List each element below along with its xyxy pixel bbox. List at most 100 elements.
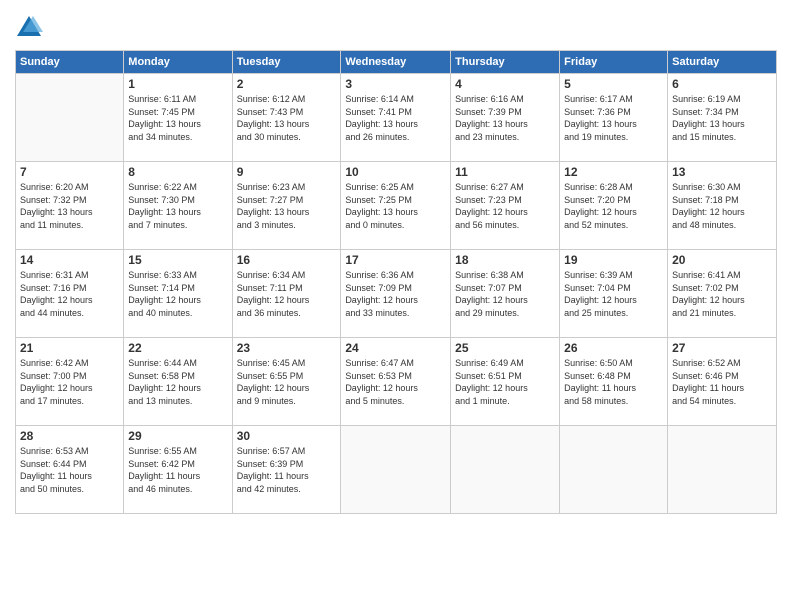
table-row: 4 Sunrise: 6:16 AM Sunset: 7:39 PM Daylig…: [451, 74, 560, 162]
logo-icon: [15, 14, 43, 42]
day-number: 15: [128, 253, 227, 267]
day-number: 8: [128, 165, 227, 179]
day-info: Sunrise: 6:22 AM Sunset: 7:30 PM Dayligh…: [128, 181, 227, 231]
table-row: 15 Sunrise: 6:33 AM Sunset: 7:14 PM Dayli…: [124, 250, 232, 338]
day-number: 13: [672, 165, 772, 179]
table-row: 14 Sunrise: 6:31 AM Sunset: 7:16 PM Dayli…: [16, 250, 124, 338]
day-number: 2: [237, 77, 337, 91]
day-info: Sunrise: 6:52 AM Sunset: 6:46 PM Dayligh…: [672, 357, 772, 407]
table-row: [341, 426, 451, 514]
day-number: 29: [128, 429, 227, 443]
day-info: Sunrise: 6:49 AM Sunset: 6:51 PM Dayligh…: [455, 357, 555, 407]
day-number: 1: [128, 77, 227, 91]
day-number: 6: [672, 77, 772, 91]
day-number: 14: [20, 253, 119, 267]
calendar-week-row: 1 Sunrise: 6:11 AM Sunset: 7:45 PM Daylig…: [16, 74, 777, 162]
calendar-header-row: Sunday Monday Tuesday Wednesday Thursday…: [16, 51, 777, 74]
day-number: 16: [237, 253, 337, 267]
table-row: 12Sunrise: 6:28 AM Sunset: 7:20 PM Dayli…: [560, 162, 668, 250]
table-row: [451, 426, 560, 514]
day-info: Sunrise: 6:33 AM Sunset: 7:14 PM Dayligh…: [128, 269, 227, 319]
table-row: 30 Sunrise: 6:57 AM Sunset: 6:39 PM Dayli…: [232, 426, 341, 514]
day-number: 21: [20, 341, 119, 355]
day-info: Sunrise: 6:47 AM Sunset: 6:53 PM Dayligh…: [345, 357, 446, 407]
day-info: Sunrise: 6:45 AM Sunset: 6:55 PM Dayligh…: [237, 357, 337, 407]
calendar-table: Sunday Monday Tuesday Wednesday Thursday…: [15, 50, 777, 514]
table-row: 28Sunrise: 6:53 AM Sunset: 6:44 PM Dayli…: [16, 426, 124, 514]
calendar-week-row: 14 Sunrise: 6:31 AM Sunset: 7:16 PM Dayli…: [16, 250, 777, 338]
day-number: 20: [672, 253, 772, 267]
table-row: [668, 426, 777, 514]
table-row: [16, 74, 124, 162]
day-info: Sunrise: 6:57 AM Sunset: 6:39 PM Dayligh…: [237, 445, 337, 495]
day-number: 5: [564, 77, 663, 91]
table-row: 2Sunrise: 6:12 AM Sunset: 7:43 PM Daylig…: [232, 74, 341, 162]
day-number: 23: [237, 341, 337, 355]
day-info: Sunrise: 6:50 AM Sunset: 6:48 PM Dayligh…: [564, 357, 663, 407]
table-row: 11Sunrise: 6:27 AM Sunset: 7:23 PM Dayli…: [451, 162, 560, 250]
day-number: 19: [564, 253, 663, 267]
day-info: Sunrise: 6:20 AM Sunset: 7:32 PM Dayligh…: [20, 181, 119, 231]
day-number: 7: [20, 165, 119, 179]
col-monday: Monday: [124, 51, 232, 74]
table-row: 26 Sunrise: 6:50 AM Sunset: 6:48 PM Dayli…: [560, 338, 668, 426]
day-info: Sunrise: 6:41 AM Sunset: 7:02 PM Dayligh…: [672, 269, 772, 319]
day-number: 22: [128, 341, 227, 355]
table-row: 1 Sunrise: 6:11 AM Sunset: 7:45 PM Daylig…: [124, 74, 232, 162]
calendar-week-row: 7 Sunrise: 6:20 AM Sunset: 7:32 PM Daylig…: [16, 162, 777, 250]
table-row: 10 Sunrise: 6:25 AM Sunset: 7:25 PM Dayli…: [341, 162, 451, 250]
day-number: 10: [345, 165, 446, 179]
day-info: Sunrise: 6:23 AM Sunset: 7:27 PM Dayligh…: [237, 181, 337, 231]
day-number: 28: [20, 429, 119, 443]
col-wednesday: Wednesday: [341, 51, 451, 74]
table-row: 27 Sunrise: 6:52 AM Sunset: 6:46 PM Dayli…: [668, 338, 777, 426]
table-row: 3 Sunrise: 6:14 AM Sunset: 7:41 PM Daylig…: [341, 74, 451, 162]
table-row: 29 Sunrise: 6:55 AM Sunset: 6:42 PM Dayli…: [124, 426, 232, 514]
table-row: 19 Sunrise: 6:39 AM Sunset: 7:04 PM Dayli…: [560, 250, 668, 338]
day-number: 30: [237, 429, 337, 443]
table-row: 13 Sunrise: 6:30 AM Sunset: 7:18 PM Dayli…: [668, 162, 777, 250]
day-info: Sunrise: 6:44 AM Sunset: 6:58 PM Dayligh…: [128, 357, 227, 407]
day-number: 17: [345, 253, 446, 267]
logo: [15, 14, 47, 42]
day-info: Sunrise: 6:55 AM Sunset: 6:42 PM Dayligh…: [128, 445, 227, 495]
page-header: [15, 10, 777, 42]
day-number: 3: [345, 77, 446, 91]
table-row: 9 Sunrise: 6:23 AM Sunset: 7:27 PM Daylig…: [232, 162, 341, 250]
calendar-week-row: 28Sunrise: 6:53 AM Sunset: 6:44 PM Dayli…: [16, 426, 777, 514]
day-info: Sunrise: 6:30 AM Sunset: 7:18 PM Dayligh…: [672, 181, 772, 231]
day-info: Sunrise: 6:42 AM Sunset: 7:00 PM Dayligh…: [20, 357, 119, 407]
day-number: 4: [455, 77, 555, 91]
day-number: 27: [672, 341, 772, 355]
day-info: Sunrise: 6:16 AM Sunset: 7:39 PM Dayligh…: [455, 93, 555, 143]
col-tuesday: Tuesday: [232, 51, 341, 74]
table-row: 6Sunrise: 6:19 AM Sunset: 7:34 PM Daylig…: [668, 74, 777, 162]
table-row: 16 Sunrise: 6:34 AM Sunset: 7:11 PM Dayli…: [232, 250, 341, 338]
day-number: 9: [237, 165, 337, 179]
day-info: Sunrise: 6:31 AM Sunset: 7:16 PM Dayligh…: [20, 269, 119, 319]
day-info: Sunrise: 6:38 AM Sunset: 7:07 PM Dayligh…: [455, 269, 555, 319]
day-info: Sunrise: 6:39 AM Sunset: 7:04 PM Dayligh…: [564, 269, 663, 319]
day-info: Sunrise: 6:14 AM Sunset: 7:41 PM Dayligh…: [345, 93, 446, 143]
day-number: 18: [455, 253, 555, 267]
day-info: Sunrise: 6:11 AM Sunset: 7:45 PM Dayligh…: [128, 93, 227, 143]
table-row: 5Sunrise: 6:17 AM Sunset: 7:36 PM Daylig…: [560, 74, 668, 162]
calendar-week-row: 21 Sunrise: 6:42 AM Sunset: 7:00 PM Dayli…: [16, 338, 777, 426]
col-sunday: Sunday: [16, 51, 124, 74]
table-row: 24 Sunrise: 6:47 AM Sunset: 6:53 PM Dayli…: [341, 338, 451, 426]
col-friday: Friday: [560, 51, 668, 74]
table-row: 7 Sunrise: 6:20 AM Sunset: 7:32 PM Daylig…: [16, 162, 124, 250]
table-row: 23 Sunrise: 6:45 AM Sunset: 6:55 PM Dayli…: [232, 338, 341, 426]
day-number: 26: [564, 341, 663, 355]
table-row: [560, 426, 668, 514]
day-number: 25: [455, 341, 555, 355]
day-number: 24: [345, 341, 446, 355]
day-info: Sunrise: 6:34 AM Sunset: 7:11 PM Dayligh…: [237, 269, 337, 319]
table-row: 25 Sunrise: 6:49 AM Sunset: 6:51 PM Dayli…: [451, 338, 560, 426]
day-info: Sunrise: 6:25 AM Sunset: 7:25 PM Dayligh…: [345, 181, 446, 231]
table-row: 18 Sunrise: 6:38 AM Sunset: 7:07 PM Dayli…: [451, 250, 560, 338]
table-row: 20 Sunrise: 6:41 AM Sunset: 7:02 PM Dayli…: [668, 250, 777, 338]
col-saturday: Saturday: [668, 51, 777, 74]
col-thursday: Thursday: [451, 51, 560, 74]
table-row: 21 Sunrise: 6:42 AM Sunset: 7:00 PM Dayli…: [16, 338, 124, 426]
